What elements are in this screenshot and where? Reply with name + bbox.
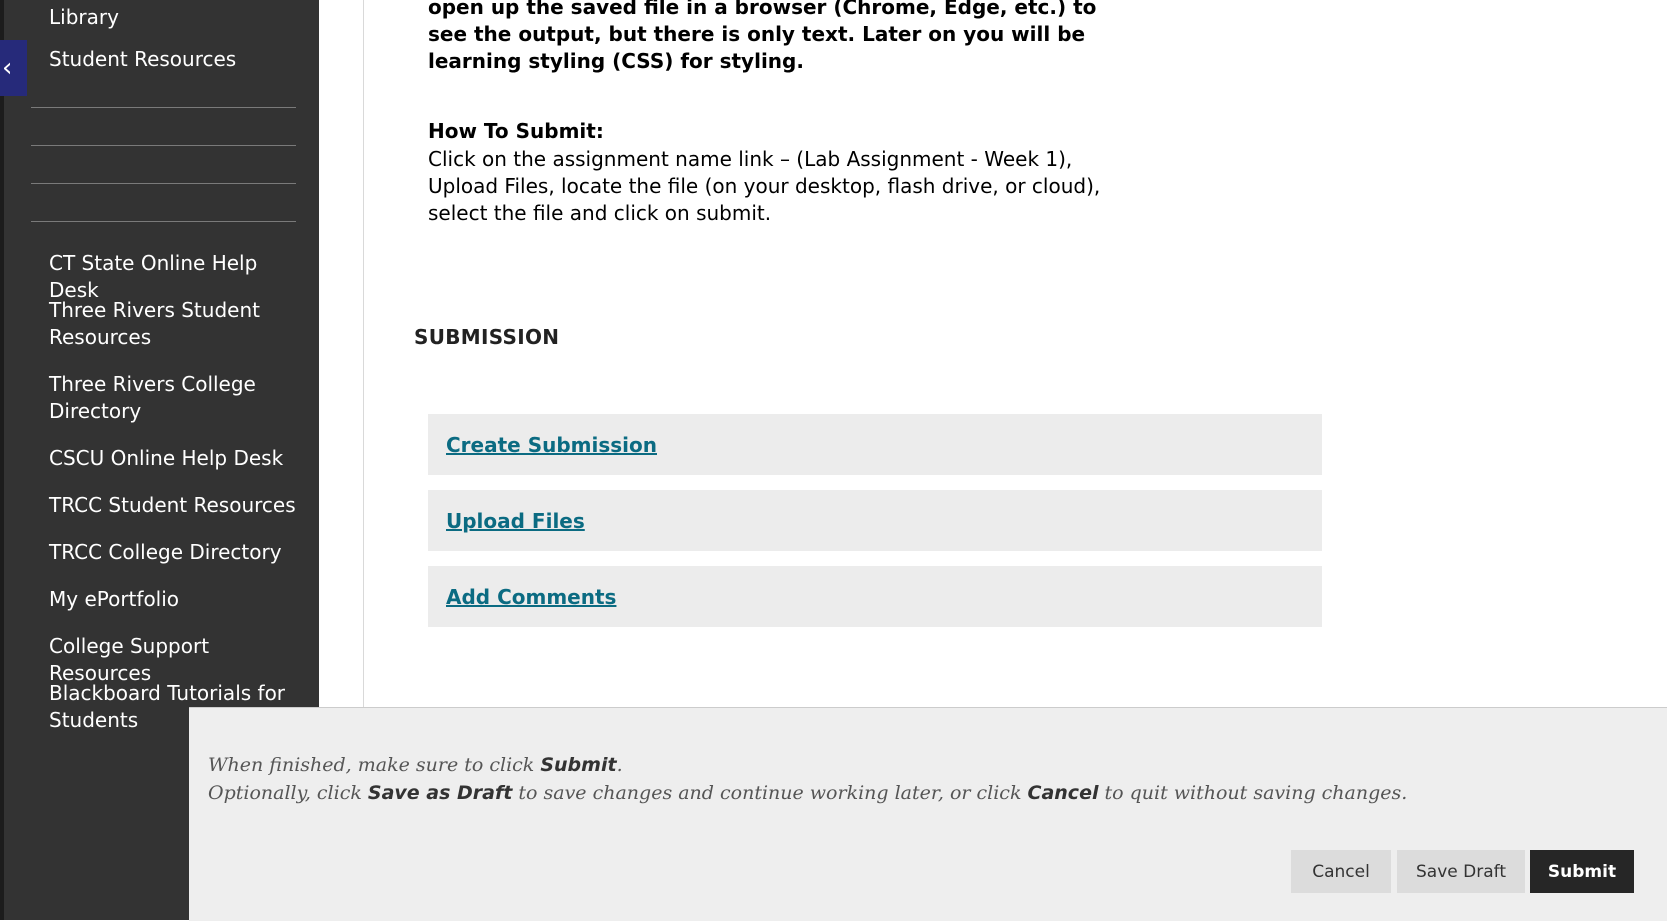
sidebar-item-college-support-resources[interactable]: College Support Resources [49,633,299,687]
sidebar-item-ct-state-help-desk[interactable]: CT State Online Help Desk [49,250,299,304]
sidebar-divider [31,107,296,108]
submit-button[interactable]: Submit [1530,850,1634,893]
create-submission-row: Create Submission [428,414,1322,475]
sidebar-item-three-rivers-student-resources[interactable]: Three Rivers Student Resources [49,297,299,351]
upload-files-link[interactable]: Upload Files [446,509,585,533]
upload-files-row: Upload Files [428,490,1322,551]
sidebar-item-trcc-student-resources[interactable]: TRCC Student Resources [49,492,299,519]
cancel-button[interactable]: Cancel [1291,850,1391,893]
instructions-text: open up the saved file in a browser (Chr… [428,0,1097,73]
save-draft-button[interactable]: Save Draft [1397,850,1525,893]
submit-hint-line-1: When finished, make sure to click Submit… [208,754,623,776]
submit-hint-line-2: Optionally, click Save as Draft to save … [208,782,1408,804]
sidebar-divider [31,145,296,146]
submit-bar: When finished, make sure to click Submit… [189,707,1667,921]
create-submission-link[interactable]: Create Submission [446,433,657,457]
add-comments-row: Add Comments [428,566,1322,627]
chevron-left-icon: ‹ [2,53,13,83]
add-comments-link[interactable]: Add Comments [446,585,616,609]
sidebar-item-library[interactable]: Library [49,4,299,31]
sidebar-divider [31,183,296,184]
sidebar-item-student-resources[interactable]: Student Resources [49,46,299,73]
sidebar-item-three-rivers-college-directory[interactable]: Three Rivers College Directory [49,371,299,425]
sidebar-item-trcc-college-directory[interactable]: TRCC College Directory [49,539,299,566]
how-to-submit-body: Click on the assignment name link – (Lab… [428,147,1101,225]
sidebar-divider [31,221,296,222]
submission-heading: SUBMISSION [414,325,560,349]
sidebar-item-my-eportfolio[interactable]: My ePortfolio [49,586,299,613]
how-to-submit-heading: How To Submit: [428,119,604,143]
content-border [363,0,364,708]
sidebar-item-cscu-online-help-desk[interactable]: CSCU Online Help Desk [49,445,299,472]
sidebar-collapse-button[interactable]: ‹ [0,40,27,96]
